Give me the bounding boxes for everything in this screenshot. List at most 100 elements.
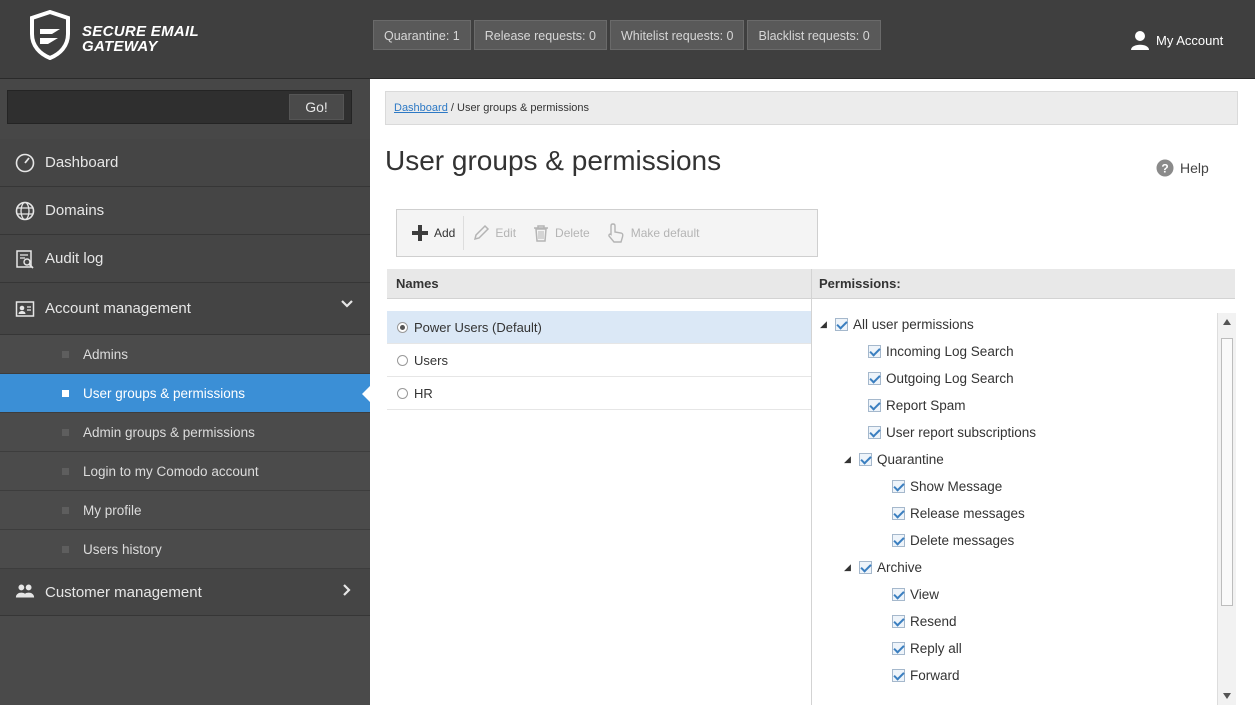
bullet-icon [62,390,69,397]
permission-checkbox[interactable] [892,533,905,547]
request-counters: Quarantine: 1 Release requests: 0 Whitel… [373,20,881,50]
top-bar: SECURE EMAIL GATEWAY Quarantine: 1 Relea… [0,0,1255,79]
sidebar-subitem-users-history[interactable]: Users history [0,530,370,569]
quarantine-counter[interactable]: Quarantine: 1 [373,20,471,50]
sidebar-empty-area [0,616,370,705]
help-link[interactable]: ? Help [1156,159,1209,177]
scroll-up-arrow-icon[interactable] [1223,319,1231,325]
sidebar-search: Go! [0,79,370,139]
tree-node-permission: Resend [892,610,957,632]
audit-log-icon [15,249,35,269]
trash-icon [534,225,549,242]
permission-checkbox[interactable] [868,371,881,385]
expand-triangle-icon[interactable]: ◢ [844,454,854,465]
radio-button[interactable] [397,387,408,399]
permission-checkbox[interactable] [868,344,881,358]
permission-checkbox[interactable] [835,317,848,331]
edit-label: Edit [495,226,517,240]
release-requests-counter[interactable]: Release requests: 0 [473,20,607,50]
logo[interactable]: SECURE EMAIL GATEWAY [28,10,268,66]
sidebar-item-label: Domains [45,202,105,219]
tree-node-all-permissions: ◢ All user permissions [820,313,974,335]
permission-checkbox[interactable] [868,398,881,412]
permission-checkbox[interactable] [892,614,905,628]
list-item-power-users[interactable]: Power Users (Default) [387,311,811,344]
sidebar-item-domains[interactable]: Domains [0,187,370,235]
sidebar-item-audit-log[interactable]: Audit log [0,235,370,283]
scroll-down-arrow-icon[interactable] [1223,693,1231,699]
account-card-icon [15,299,35,319]
names-header: Names [387,269,811,299]
sidebar-item-account-management[interactable]: Account management [0,283,370,335]
sidebar-subitem-admin-groups-permissions[interactable]: Admin groups & permissions [0,413,370,452]
sidebar-subitem-label: Login to my Comodo account [83,464,259,479]
add-button[interactable]: Add [403,216,465,250]
sidebar-subitem-label: Admins [83,347,129,362]
sidebar-subitem-label: Users history [83,542,162,557]
tree-node-permission: Report Spam [868,394,966,416]
sidebar-item-label: Account management [45,300,191,317]
sidebar-subitem-my-profile[interactable]: My profile [0,491,370,530]
permission-checkbox[interactable] [892,587,905,601]
permission-checkbox[interactable] [868,425,881,439]
permission-label: Incoming Log Search [886,343,1014,359]
main-content: Dashboard / User groups & permissions Us… [370,79,1255,705]
pointer-hand-icon [607,223,624,243]
sidebar-subitem-label: Admin groups & permissions [83,425,255,440]
go-button[interactable]: Go! [289,94,344,120]
make-default-button[interactable]: Make default [598,216,708,250]
sidebar-subitem-user-groups-permissions[interactable]: User groups & permissions [0,374,370,413]
page-title: User groups & permissions [385,145,722,176]
scrollbar-thumb[interactable] [1221,338,1233,606]
sidebar-item-label: Audit log [45,250,104,267]
permission-label: User report subscriptions [886,424,1037,440]
permission-label: Report Spam [886,397,966,413]
permission-checkbox[interactable] [859,452,872,466]
sidebar-item-dashboard[interactable]: Dashboard [0,139,370,187]
panel-divider [811,269,812,705]
chevron-down-icon [340,297,354,314]
permission-label: Archive [877,559,923,575]
tree-node-permission: Reply all [892,637,962,659]
edit-button[interactable]: Edit [464,216,524,250]
list-item-hr[interactable]: HR [387,377,811,410]
my-account-menu[interactable]: My Account [1130,30,1223,50]
permission-label: Resend [910,613,957,629]
delete-label: Delete [555,226,590,240]
sidebar-subitem-login-comodo[interactable]: Login to my Comodo account [0,452,370,491]
permission-checkbox[interactable] [859,560,872,574]
permission-label: View [910,586,940,602]
permission-label: Delete messages [910,532,1015,548]
permission-checkbox[interactable] [892,506,905,520]
toolbar: Add Edit Delete Make default [396,209,818,257]
make-default-label: Make default [630,226,700,240]
people-icon [15,582,35,602]
radio-button[interactable] [397,354,408,366]
sidebar-item-label: Dashboard [45,154,119,171]
sidebar-item-customer-management[interactable]: Customer management [0,569,370,616]
permission-checkbox[interactable] [892,479,905,493]
tree-node-permission: Outgoing Log Search [868,367,1014,389]
permissions-scrollbar[interactable] [1217,313,1236,705]
expand-triangle-icon[interactable]: ◢ [844,562,854,573]
tree-node-quarantine: ◢ Quarantine [844,448,944,470]
sidebar-subitem-label: My profile [83,503,142,518]
group-names-list: Power Users (Default) Users HR [387,311,811,410]
list-item-users[interactable]: Users [387,344,811,377]
bullet-icon [62,546,69,553]
breadcrumb-dashboard-link[interactable]: Dashboard [394,102,448,114]
delete-button[interactable]: Delete [524,216,598,250]
breadcrumb-current: / User groups & permissions [447,102,590,114]
sidebar-subitem-label: User groups & permissions [83,386,246,401]
expand-triangle-icon[interactable]: ◢ [820,319,830,330]
sidebar-subitem-admins[interactable]: Admins [0,335,370,374]
radio-button[interactable] [397,321,408,333]
permission-checkbox[interactable] [892,668,905,682]
bullet-icon [62,429,69,436]
whitelist-requests-counter[interactable]: Whitelist requests: 0 [609,20,745,50]
blacklist-requests-counter[interactable]: Blacklist requests: 0 [747,20,881,50]
logo-text: SECURE EMAIL GATEWAY [82,24,199,54]
add-label: Add [434,226,456,240]
permission-checkbox[interactable] [892,641,905,655]
tree-node-permission: Incoming Log Search [868,340,1014,362]
